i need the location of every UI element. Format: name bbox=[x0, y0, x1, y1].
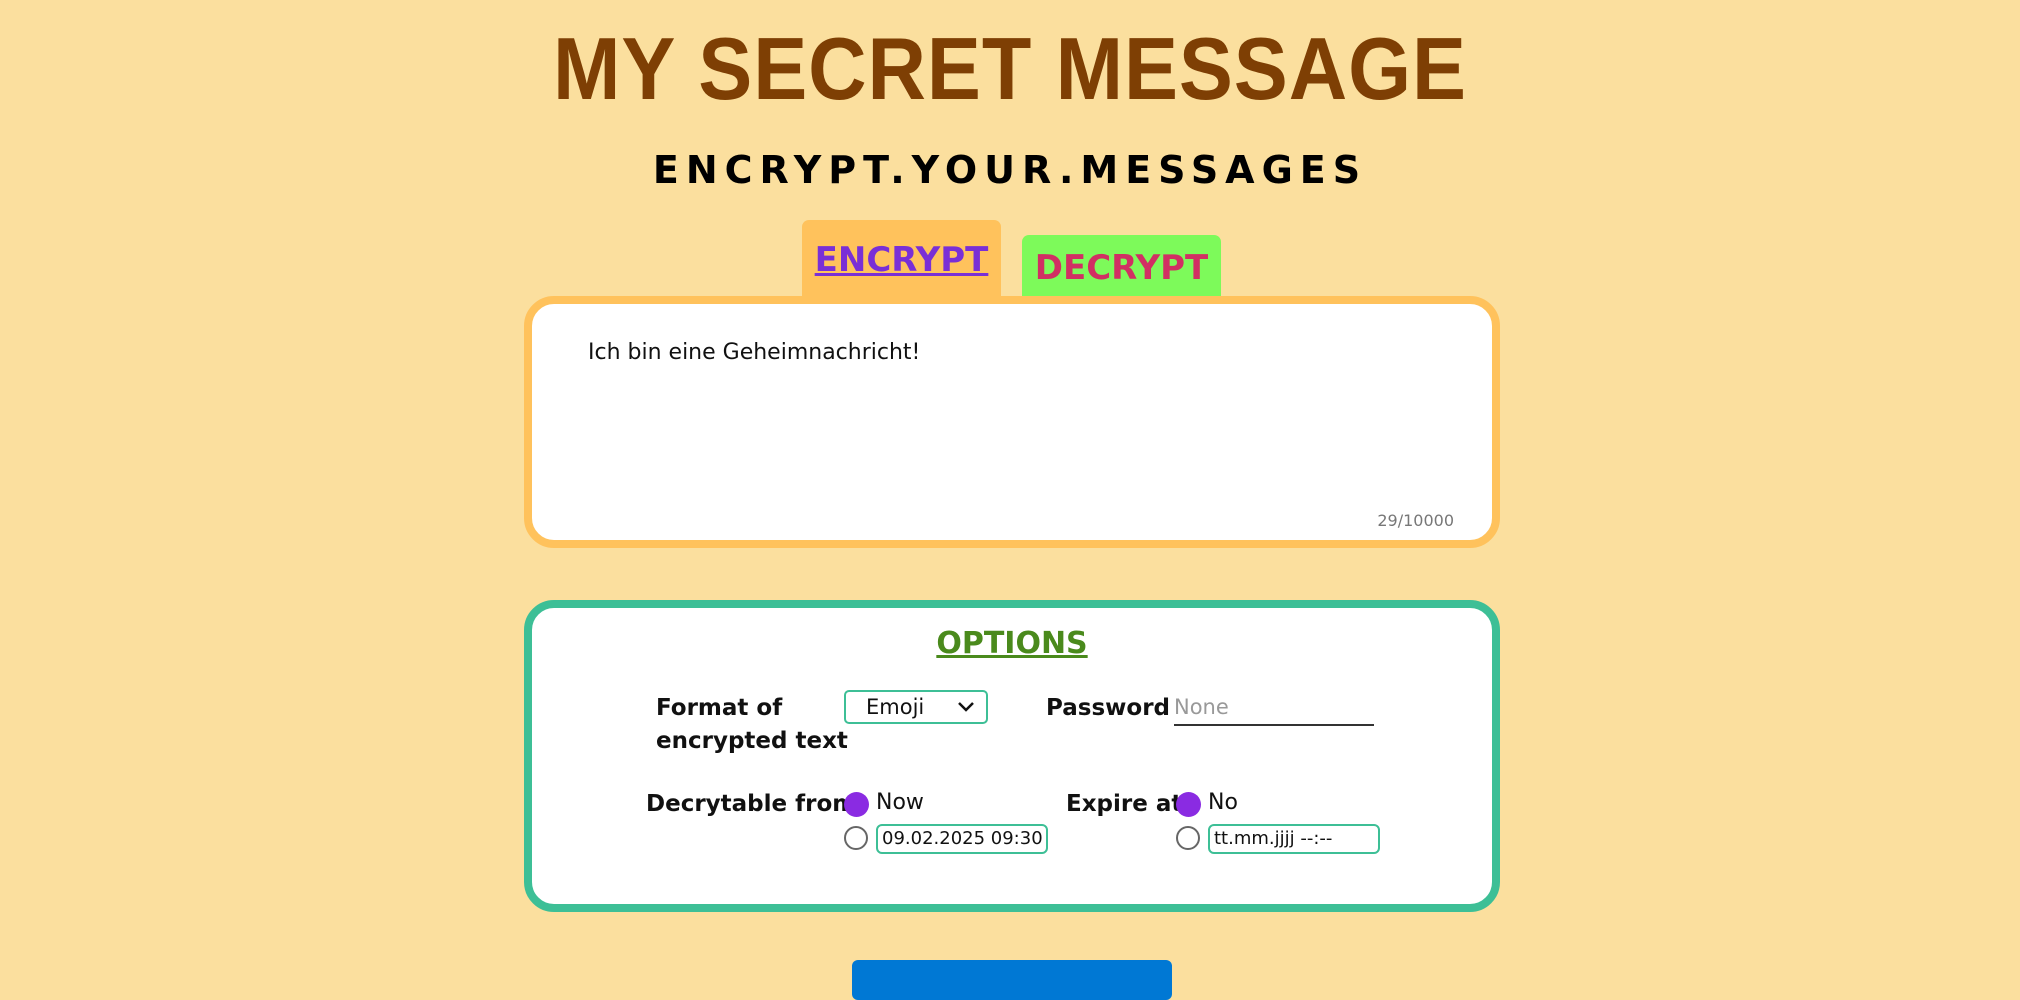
format-select-value: Emoji bbox=[866, 695, 925, 719]
expire-date-radio[interactable] bbox=[1176, 826, 1200, 850]
options-title: OPTIONS bbox=[936, 626, 1088, 661]
message-text: Ich bin eine Geheimnachricht! bbox=[588, 340, 921, 365]
options-panel: OPTIONS Format of encrypted text Emoji P… bbox=[524, 600, 1500, 912]
format-select[interactable]: Emoji bbox=[844, 690, 988, 724]
message-textarea[interactable]: Ich bin eine Geheimnachricht! 29/10000 bbox=[524, 296, 1500, 548]
decryptable-label: Decrytable from bbox=[646, 791, 857, 817]
expire-no-label: No bbox=[1208, 790, 1238, 815]
decryptable-date-radio[interactable] bbox=[844, 826, 868, 850]
decryptable-now-radio[interactable] bbox=[844, 792, 869, 817]
tab-decrypt[interactable]: DECRYPT bbox=[1022, 235, 1221, 300]
expire-no-radio[interactable] bbox=[1176, 792, 1201, 817]
decryptable-datetime-input[interactable]: 09.02.2025 09:30 bbox=[876, 824, 1048, 854]
password-input[interactable] bbox=[1174, 690, 1374, 726]
password-label: Password bbox=[1046, 695, 1170, 721]
expire-datetime-input[interactable]: tt.mm.jjjj --:-- bbox=[1208, 824, 1380, 854]
character-count: 29/10000 bbox=[1377, 511, 1454, 530]
chevron-down-icon bbox=[956, 692, 976, 730]
format-label-line1: Format of bbox=[656, 695, 783, 721]
decryptable-now-label: Now bbox=[876, 790, 924, 815]
format-label: Format of encrypted text bbox=[656, 692, 848, 758]
expire-label: Expire at bbox=[1066, 791, 1183, 817]
format-label-line2: encrypted text bbox=[656, 728, 848, 754]
page-subtitle: ENCRYPT.YOUR.MESSAGES bbox=[652, 148, 1368, 192]
page-title: MY SECRET MESSAGE bbox=[553, 19, 1467, 118]
submit-button[interactable] bbox=[852, 960, 1172, 1000]
tab-encrypt[interactable]: ENCRYPT bbox=[802, 220, 1001, 300]
